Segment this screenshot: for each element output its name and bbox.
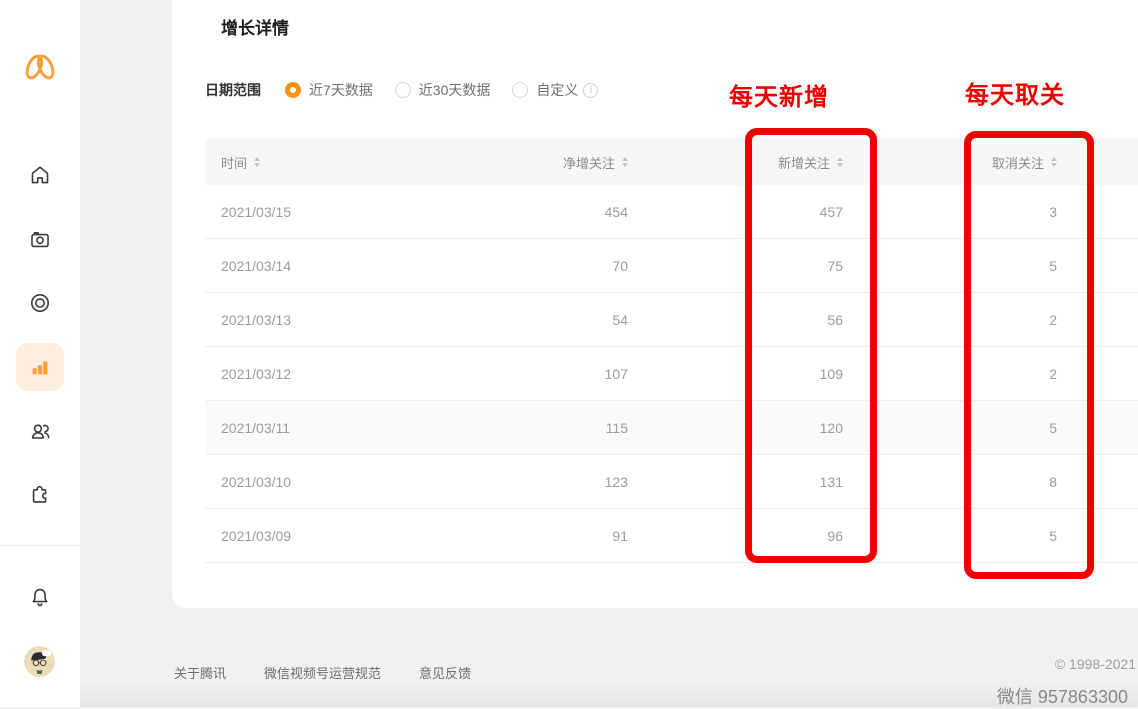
- column-header-new-follows[interactable]: 新增关注: [628, 153, 843, 172]
- cell-time: 2021/03/11: [205, 420, 460, 436]
- cell-time: 2021/03/13: [205, 312, 460, 328]
- radio-last-7-days[interactable]: 近7天数据: [285, 80, 373, 100]
- footer-link-operation-rules[interactable]: 微信视频号运营规范: [264, 663, 381, 682]
- radio-unselected-dot: [395, 82, 411, 98]
- table-row: 2021/03/10 123 131 8: [205, 455, 1138, 509]
- avatar[interactable]: [24, 646, 55, 677]
- cell-new: 120: [628, 420, 843, 436]
- footer-link-feedback[interactable]: 意见反馈: [419, 663, 471, 682]
- cell-cancel: 5: [843, 528, 1057, 544]
- record-icon[interactable]: [28, 291, 52, 315]
- cell-new: 131: [628, 474, 843, 490]
- column-header-unfollows[interactable]: 取消关注: [843, 153, 1057, 172]
- sort-icon: [1051, 157, 1057, 167]
- wechat-channels-logo-icon[interactable]: [21, 48, 59, 86]
- info-icon[interactable]: i: [583, 83, 598, 98]
- annotation-new-follows-label: 每天新增: [729, 77, 829, 112]
- sidebar: [0, 0, 80, 707]
- cell-time: 2021/03/12: [205, 366, 460, 382]
- cell-new: 109: [628, 366, 843, 382]
- cell-new: 56: [628, 312, 843, 328]
- plugin-icon[interactable]: [28, 483, 52, 507]
- table-header-row: 时间 净增关注 新增关注 取消关注: [205, 139, 1138, 185]
- radio-label: 近7天数据: [309, 80, 373, 100]
- column-header-time[interactable]: 时间: [205, 153, 460, 172]
- cell-cancel: 8: [843, 474, 1057, 490]
- cell-net: 454: [460, 204, 628, 220]
- cell-cancel: 5: [843, 420, 1057, 436]
- cell-new: 96: [628, 528, 843, 544]
- cell-cancel: 2: [843, 312, 1057, 328]
- table-row: 2021/03/15 454 457 3: [205, 185, 1138, 239]
- camera-icon[interactable]: [28, 227, 52, 251]
- cell-net: 107: [460, 366, 628, 382]
- home-icon[interactable]: [28, 163, 52, 187]
- date-range-label: 日期范围: [205, 80, 261, 100]
- table-row-highlighted: 2021/03/11 115 120 5: [205, 401, 1138, 455]
- column-header-net-follows[interactable]: 净增关注: [460, 153, 628, 172]
- cell-net: 70: [460, 258, 628, 274]
- radio-label: 近30天数据: [419, 80, 491, 100]
- page: 增长详情 日期范围 近7天数据 近30天数据 自定义 i 时间: [0, 0, 1138, 707]
- sort-icon: [254, 157, 260, 167]
- cell-net: 123: [460, 474, 628, 490]
- cell-time: 2021/03/15: [205, 204, 460, 220]
- copyright-text: © 1998-2021: [1055, 656, 1136, 672]
- radio-custom-range[interactable]: 自定义 i: [512, 80, 598, 100]
- radio-selected-dot: [285, 82, 301, 98]
- table-row: 2021/03/09 91 96 5: [205, 509, 1138, 563]
- stats-nav-active[interactable]: [16, 343, 64, 391]
- watermark-text: 微信 957863300: [997, 683, 1128, 709]
- page-title: 增长详情: [221, 14, 289, 39]
- footer-links: 关于腾讯 微信视频号运营规范 意见反馈: [174, 663, 471, 682]
- growth-table: 时间 净增关注 新增关注 取消关注 2021/03/15: [205, 139, 1138, 563]
- cell-new: 457: [628, 204, 843, 220]
- stats-icon: [28, 355, 52, 379]
- footer-link-about-tencent[interactable]: 关于腾讯: [174, 663, 226, 682]
- table-row: 2021/03/14 70 75 5: [205, 239, 1138, 293]
- bell-icon[interactable]: [28, 585, 52, 609]
- followers-icon[interactable]: [28, 419, 52, 443]
- radio-last-30-days[interactable]: 近30天数据: [395, 80, 491, 100]
- table-row: 2021/03/13 54 56 2: [205, 293, 1138, 347]
- cell-new: 75: [628, 258, 843, 274]
- cell-cancel: 5: [843, 258, 1057, 274]
- cell-time: 2021/03/10: [205, 474, 460, 490]
- cell-time: 2021/03/09: [205, 528, 460, 544]
- annotation-unfollows-label: 每天取关: [965, 75, 1065, 110]
- cell-net: 54: [460, 312, 628, 328]
- cell-net: 91: [460, 528, 628, 544]
- radio-unselected-dot: [512, 82, 528, 98]
- cell-time: 2021/03/14: [205, 258, 460, 274]
- cell-net: 115: [460, 420, 628, 436]
- cell-cancel: 2: [843, 366, 1057, 382]
- table-row: 2021/03/12 107 109 2: [205, 347, 1138, 401]
- cell-cancel: 3: [843, 204, 1057, 220]
- sidebar-divider: [0, 545, 80, 546]
- radio-label: 自定义: [536, 80, 578, 100]
- date-range-controls: 日期范围 近7天数据 近30天数据 自定义 i: [205, 80, 598, 100]
